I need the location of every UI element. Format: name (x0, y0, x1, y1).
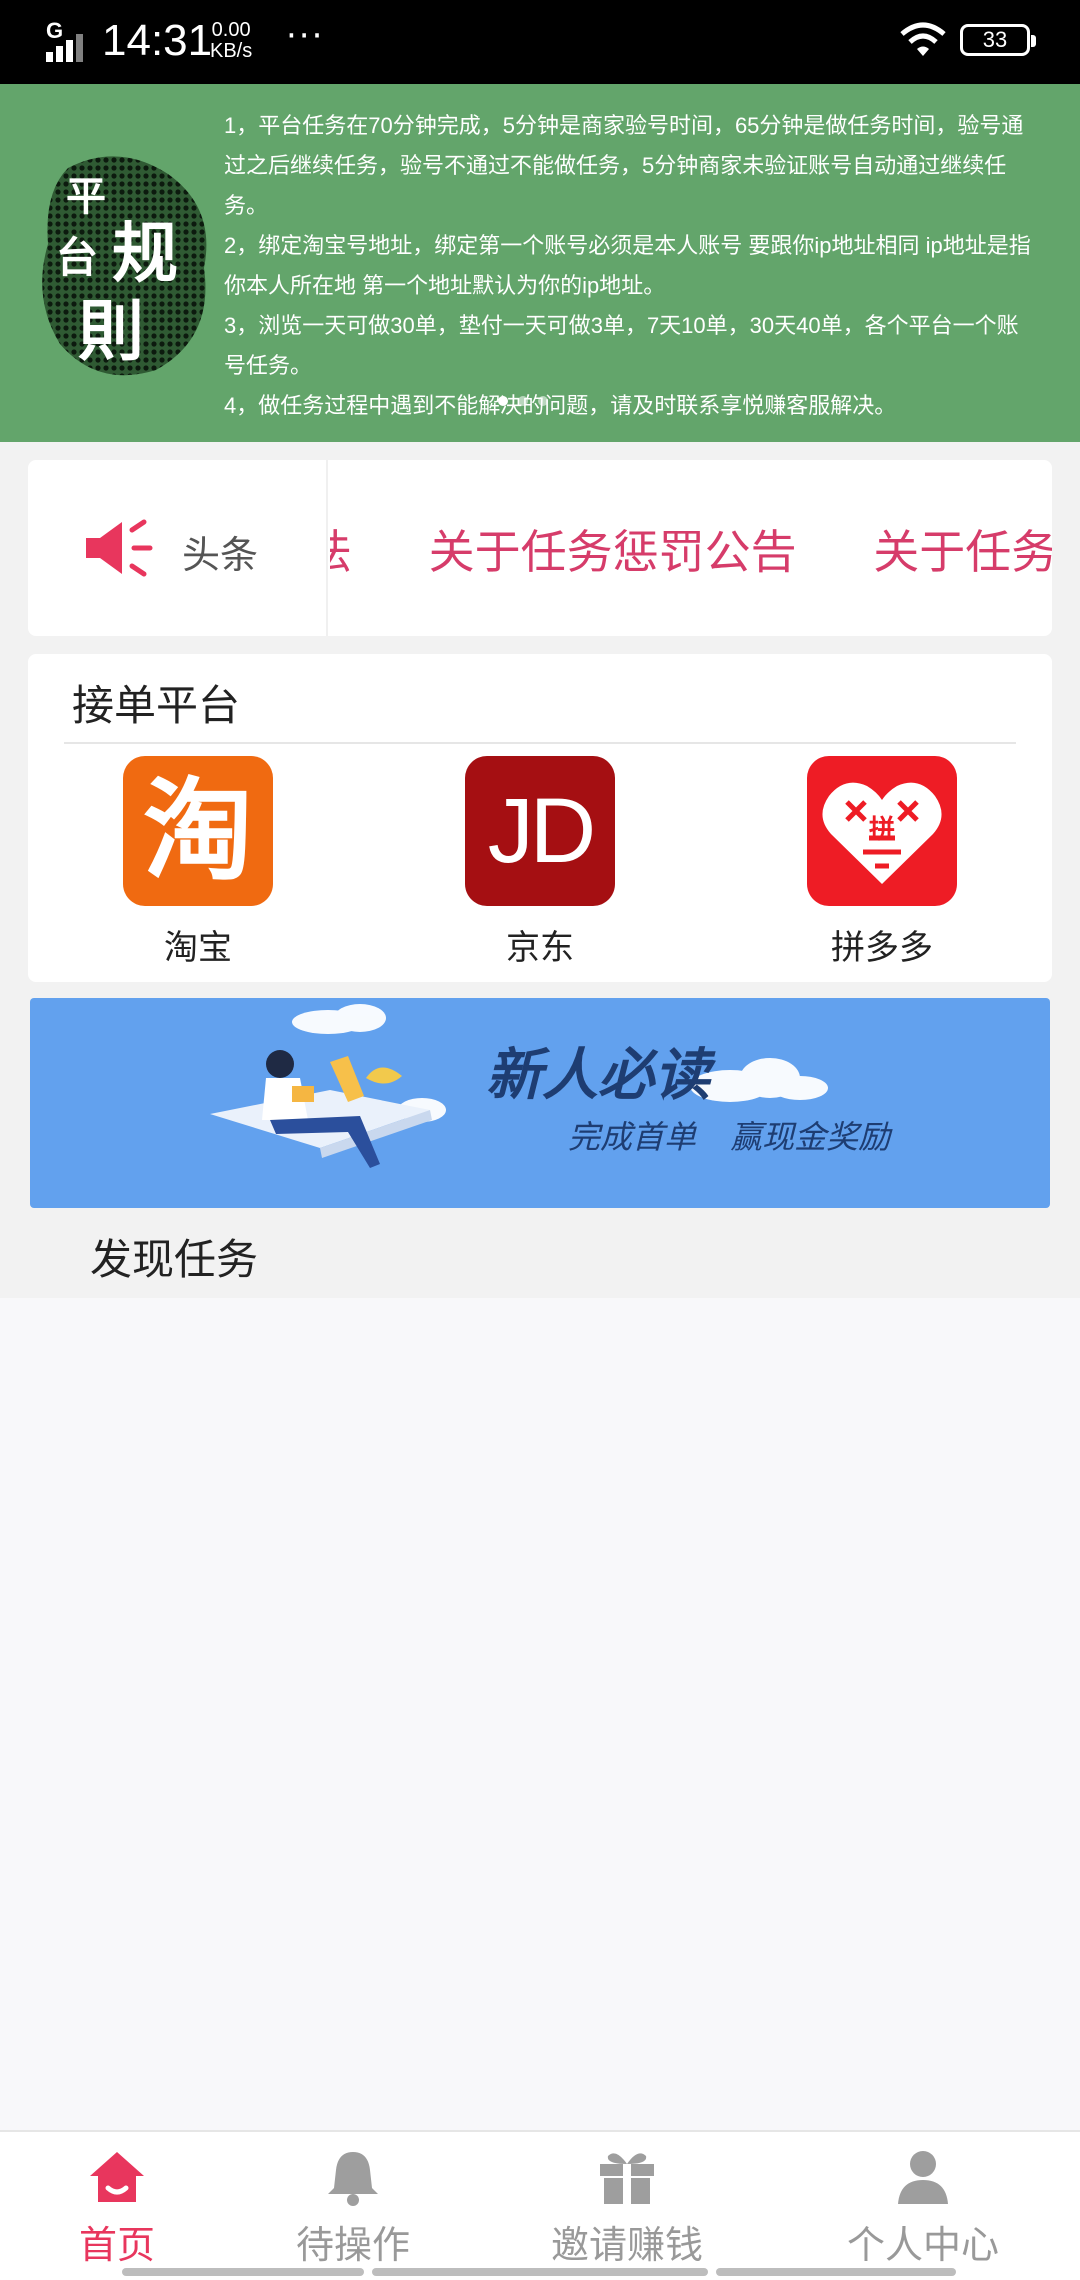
logo-char-2: 台 (56, 233, 98, 282)
headline-label: 头条 (182, 533, 259, 577)
discover-tasks-title: 发现任务 (90, 1235, 259, 1284)
status-bar: G 14:31 0.00 KB/s ··· 33 (0, 0, 1080, 84)
carousel-dot (498, 396, 508, 406)
rule-item: 4，做任务过程中遇到不能解决的问题，请及时联系享悦赚客服解决。 (224, 393, 897, 418)
gesture-bar (372, 2268, 708, 2276)
more-notifications-icon: ··· (286, 16, 325, 56)
rules-banner[interactable]: 平 台 规 則 1，平台任务在70分钟完成，5分钟是商家验号时间，65分钟是做任… (0, 84, 1080, 442)
newbie-title: 新人必读 (486, 1042, 710, 1108)
network-type: G (46, 18, 64, 43)
rules-list: 1，平台任务在70分钟完成，5分钟是商家验号时间，65分钟是做任务时间，验号通过… (224, 106, 1040, 426)
newbie-subtitle: 完成首单 赢现金奖励 (568, 1118, 891, 1156)
tab-home[interactable]: 首页 (2, 2148, 232, 2269)
headline-item[interactable]: 关于任务 (873, 525, 1052, 579)
rule-item: 3，浏览一天可做30单，垫付一天可做3单，7天10单，30天40单，各个平台一个… (224, 313, 1019, 378)
notice-header: 头条 (28, 460, 328, 636)
person-icon (898, 2151, 948, 2204)
platform-name: 京东 (506, 928, 574, 968)
platform-pinduoduo[interactable]: 拼 拼多多 (802, 756, 962, 969)
platform-jd[interactable]: JD 京东 (460, 756, 620, 969)
clock: 14:31 (102, 16, 213, 65)
headline-item[interactable]: 关于任务惩罚公告 (429, 525, 797, 579)
jd-logo-glyph: JD (487, 780, 596, 882)
newbie-guide-banner[interactable]: 新人必读 完成首单 赢现金奖励 (30, 998, 1050, 1208)
bell-icon (328, 2152, 378, 2206)
logo-char-4: 則 (78, 292, 144, 370)
headline-marquee[interactable]: 法 关于任务惩罚公告 关于任务 (330, 460, 1052, 636)
wifi-icon (900, 22, 946, 56)
gift-icon (600, 2153, 654, 2204)
cellular-signal-icon: G (44, 18, 94, 64)
pinduoduo-logo-icon: 拼 (807, 756, 957, 906)
heart-icon: 拼 (822, 782, 942, 884)
tab-label: 首页 (78, 2223, 155, 2267)
divider (64, 742, 1016, 744)
tab-label: 待操作 (295, 2223, 410, 2267)
platforms-title: 接单平台 (72, 681, 241, 730)
logo-char-1: 平 (66, 173, 106, 220)
platform-name: 拼多多 (831, 928, 933, 968)
gesture-bar (716, 2268, 956, 2276)
headline-notice[interactable]: 头条 法 关于任务惩罚公告 关于任务 (28, 460, 1052, 636)
rule-item: 1，平台任务在70分钟完成，5分钟是商家验号时间，65分钟是做任务时间，验号通过… (224, 113, 1024, 218)
tab-profile[interactable]: 个人中心 (808, 2148, 1038, 2269)
headline-item[interactable]: 法 (330, 525, 352, 579)
speed-value: 0.00 (211, 19, 251, 41)
carousel-dot (518, 396, 528, 406)
platform-taobao[interactable]: 淘 淘宝 (118, 756, 278, 969)
pinduoduo-logo-glyph: 拼 (869, 815, 895, 845)
taobao-logo-glyph: 淘 (143, 767, 253, 895)
carousel-dot (538, 396, 548, 406)
gesture-bar (122, 2268, 364, 2276)
platforms-card: 接单平台 淘 淘宝 JD 京东 拼 拼多多 (28, 654, 1052, 982)
carousel-indicator (498, 396, 548, 406)
tab-label: 个人中心 (846, 2223, 999, 2267)
rules-logo: 平 台 规 則 (42, 156, 207, 376)
tab-label: 邀请赚钱 (550, 2223, 703, 2267)
megaphone-icon (86, 519, 153, 577)
taobao-logo-icon: 淘 (123, 756, 273, 906)
home-icon (90, 2152, 144, 2202)
speed-unit: KB/s (210, 40, 253, 62)
bottom-tab-bar: 首页 待操作 邀请赚钱 个人中心 (0, 2130, 1080, 2280)
battery-icon: 33 (960, 24, 1036, 56)
platform-name: 淘宝 (164, 928, 232, 968)
logo-char-3: 规 (112, 214, 178, 292)
network-speed: 0.00 KB/s (210, 20, 252, 62)
rule-item: 2，绑定淘宝号地址，绑定第一个账号必须是本人账号 要跟你ip地址相同 ip地址是… (224, 233, 1031, 298)
jd-logo-icon: JD (465, 756, 615, 906)
tab-pending[interactable]: 待操作 (238, 2148, 468, 2269)
tab-invite[interactable]: 邀请赚钱 (512, 2148, 742, 2269)
